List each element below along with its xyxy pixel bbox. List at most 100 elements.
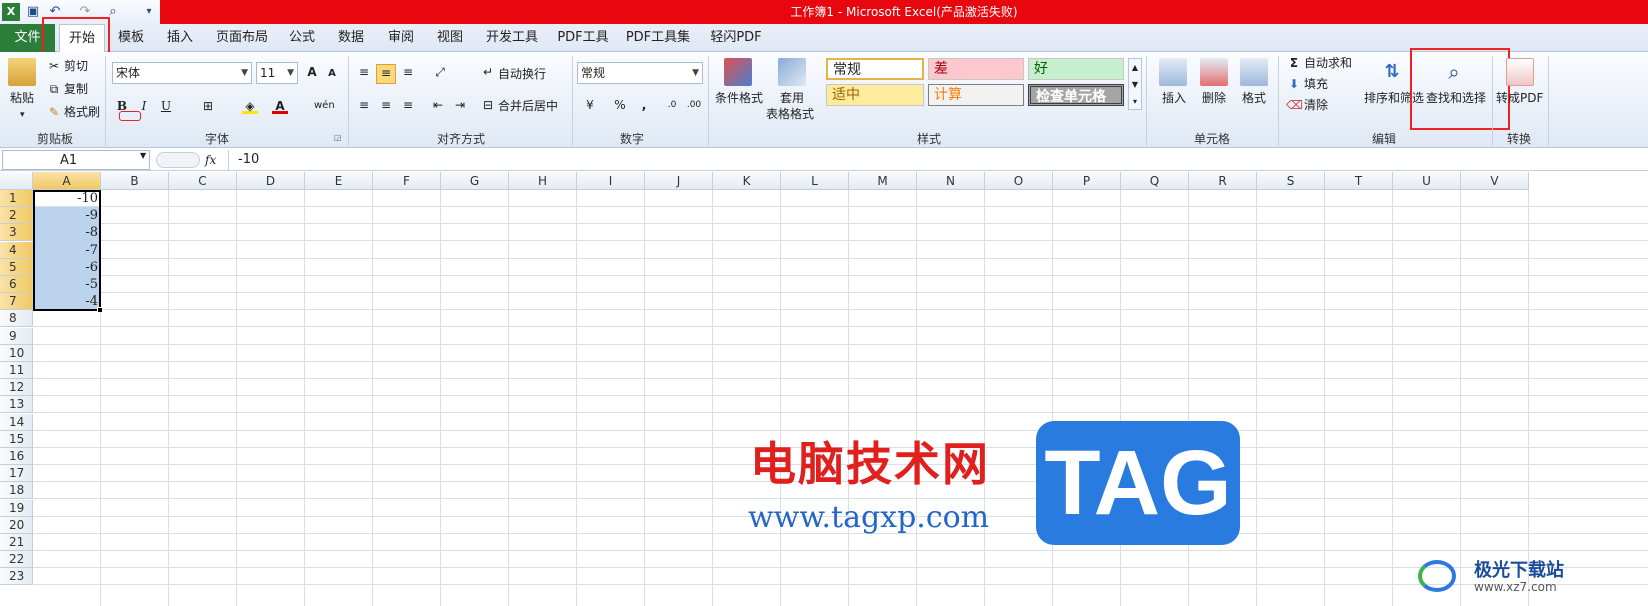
align-center-icon[interactable]: ≡ bbox=[378, 97, 394, 113]
column-header-e[interactable]: E bbox=[305, 172, 373, 190]
copy-button[interactable]: 复制 bbox=[64, 81, 88, 97]
cell-a3[interactable]: -8 bbox=[33, 224, 101, 241]
column-header-i[interactable]: I bbox=[577, 172, 645, 190]
autosum-button[interactable]: 自动求和 bbox=[1304, 55, 1352, 71]
name-box[interactable]: A1 bbox=[2, 150, 150, 170]
chevron-down-icon[interactable]: ▼ bbox=[140, 151, 146, 160]
number-format-combo[interactable]: 常规 ▼ bbox=[577, 62, 703, 84]
grow-font-icon[interactable]: A bbox=[304, 64, 320, 80]
dialog-launcher-icon[interactable]: ◲ bbox=[334, 133, 342, 142]
styles-scroll[interactable]: ▲ ▼ ▾ bbox=[1128, 58, 1142, 110]
formula-bar-splitter[interactable] bbox=[156, 152, 200, 168]
row-header-13[interactable]: 13 bbox=[0, 396, 33, 414]
table-format-label-1[interactable]: 套用 bbox=[780, 90, 804, 106]
column-header-c[interactable]: C bbox=[169, 172, 237, 190]
delete-cells-button[interactable]: 删除 bbox=[1202, 90, 1226, 106]
clear-button[interactable]: 清除 bbox=[1304, 97, 1328, 113]
cut-icon[interactable]: ✂ bbox=[46, 58, 62, 74]
accounting-icon[interactable]: ¥ bbox=[582, 97, 598, 113]
row-header-16[interactable]: 16 bbox=[0, 448, 33, 465]
shrink-font-icon[interactable]: A bbox=[324, 66, 340, 82]
row-header-20[interactable]: 20 bbox=[0, 516, 33, 534]
format-cells-button[interactable]: 格式 bbox=[1242, 90, 1266, 106]
row-header-6[interactable]: 6 bbox=[0, 276, 33, 293]
style-check-cell[interactable]: 检查单元格 bbox=[1028, 84, 1124, 106]
style-neutral[interactable]: 适中 bbox=[826, 84, 924, 106]
font-color-icon[interactable]: A bbox=[272, 98, 288, 114]
tab-template[interactable]: 模板 bbox=[114, 24, 148, 52]
row-header-2[interactable]: 2 bbox=[0, 207, 33, 225]
column-header-h[interactable]: H bbox=[509, 172, 577, 190]
insert-cells-icon[interactable] bbox=[1159, 58, 1187, 86]
row-header-21[interactable]: 21 bbox=[0, 534, 33, 551]
merge-center-icon[interactable]: ⊟ bbox=[480, 97, 496, 113]
table-format-icon[interactable] bbox=[778, 58, 806, 86]
format-painter-icon[interactable]: ✎ bbox=[46, 104, 62, 120]
tab-qingshan-pdf[interactable]: 轻闪PDF bbox=[706, 24, 766, 52]
excel-icon[interactable]: X bbox=[2, 3, 20, 21]
column-header-s[interactable]: S bbox=[1257, 172, 1325, 190]
align-bottom-icon[interactable]: ≡ bbox=[400, 64, 416, 80]
customize-qat-icon[interactable]: ▾ bbox=[140, 3, 158, 21]
column-header-g[interactable]: G bbox=[441, 172, 509, 190]
to-pdf-button[interactable]: 转成PDF bbox=[1496, 90, 1543, 106]
increase-indent-icon[interactable]: ⇥ bbox=[452, 97, 468, 113]
column-header-a[interactable]: A bbox=[33, 172, 101, 190]
cell-a4[interactable]: -7 bbox=[33, 242, 101, 259]
style-bad[interactable]: 差 bbox=[928, 58, 1024, 80]
row-header-7[interactable]: 7 bbox=[0, 293, 33, 311]
border-icon[interactable]: ⊞ bbox=[200, 98, 216, 114]
row-header-19[interactable]: 19 bbox=[0, 499, 33, 517]
column-header-p[interactable]: P bbox=[1053, 172, 1121, 190]
worksheet-grid[interactable] bbox=[0, 172, 1648, 606]
orientation-icon[interactable]: ⤢ bbox=[432, 64, 448, 80]
row-header-12[interactable]: 12 bbox=[0, 379, 33, 397]
column-header-j[interactable]: J bbox=[645, 172, 713, 190]
row-header-22[interactable]: 22 bbox=[0, 551, 33, 569]
cell-a5[interactable]: -6 bbox=[33, 259, 101, 276]
row-header-9[interactable]: 9 bbox=[0, 327, 33, 345]
tab-review[interactable]: 审阅 bbox=[384, 24, 418, 52]
column-header-f[interactable]: F bbox=[373, 172, 441, 190]
underline-button[interactable]: U bbox=[158, 98, 174, 114]
table-format-label-2[interactable]: 表格格式 bbox=[766, 106, 814, 122]
column-header-k[interactable]: K bbox=[713, 172, 781, 190]
fill-icon[interactable]: ⬇ bbox=[1286, 76, 1302, 92]
row-header-17[interactable]: 17 bbox=[0, 465, 33, 483]
column-header-m[interactable]: M bbox=[849, 172, 917, 190]
select-all-corner[interactable] bbox=[0, 172, 33, 190]
column-header-t[interactable]: T bbox=[1325, 172, 1393, 190]
row-header-1[interactable]: 1 bbox=[0, 190, 33, 207]
fill-button[interactable]: 填充 bbox=[1304, 76, 1328, 92]
increase-decimal-icon[interactable]: .0 bbox=[664, 97, 680, 113]
format-painter-button[interactable]: 格式刷 bbox=[64, 104, 100, 120]
font-size-combo[interactable]: 11 ▼ bbox=[256, 62, 298, 84]
autosum-icon[interactable]: Σ bbox=[1286, 55, 1302, 71]
column-header-q[interactable]: Q bbox=[1121, 172, 1189, 190]
column-header-n[interactable]: N bbox=[917, 172, 985, 190]
pdf-icon[interactable] bbox=[1506, 58, 1534, 86]
row-header-18[interactable]: 18 bbox=[0, 482, 33, 500]
align-top-icon[interactable]: ≡ bbox=[356, 64, 372, 80]
formula-input[interactable]: -10 bbox=[238, 150, 259, 170]
cut-button[interactable]: 剪切 bbox=[64, 58, 88, 74]
cell-a7[interactable]: -4 bbox=[33, 293, 101, 310]
tab-pdf-toolset[interactable]: PDF工具集 bbox=[624, 24, 692, 52]
tab-developer[interactable]: 开发工具 bbox=[482, 24, 542, 52]
row-header-11[interactable]: 11 bbox=[0, 362, 33, 379]
cell-a6[interactable]: -5 bbox=[33, 276, 101, 293]
column-header-d[interactable]: D bbox=[237, 172, 305, 190]
tab-pdf-tools[interactable]: PDF工具 bbox=[555, 24, 611, 52]
font-name-combo[interactable]: 宋体 ▼ bbox=[112, 62, 252, 84]
wrap-text-icon[interactable]: ↵ bbox=[480, 64, 496, 80]
format-cells-icon[interactable] bbox=[1240, 58, 1268, 86]
insert-cells-button[interactable]: 插入 bbox=[1162, 90, 1186, 106]
decrease-indent-icon[interactable]: ⇤ bbox=[430, 97, 446, 113]
row-header-3[interactable]: 3 bbox=[0, 224, 33, 242]
row-header-4[interactable]: 4 bbox=[0, 241, 33, 259]
paste-icon[interactable] bbox=[8, 58, 36, 86]
paste-dropdown-icon[interactable]: ▾ bbox=[20, 107, 25, 123]
comma-button[interactable]: , bbox=[636, 97, 652, 113]
tab-insert[interactable]: 插入 bbox=[163, 24, 197, 52]
cell-a1[interactable]: -10 bbox=[33, 190, 101, 207]
